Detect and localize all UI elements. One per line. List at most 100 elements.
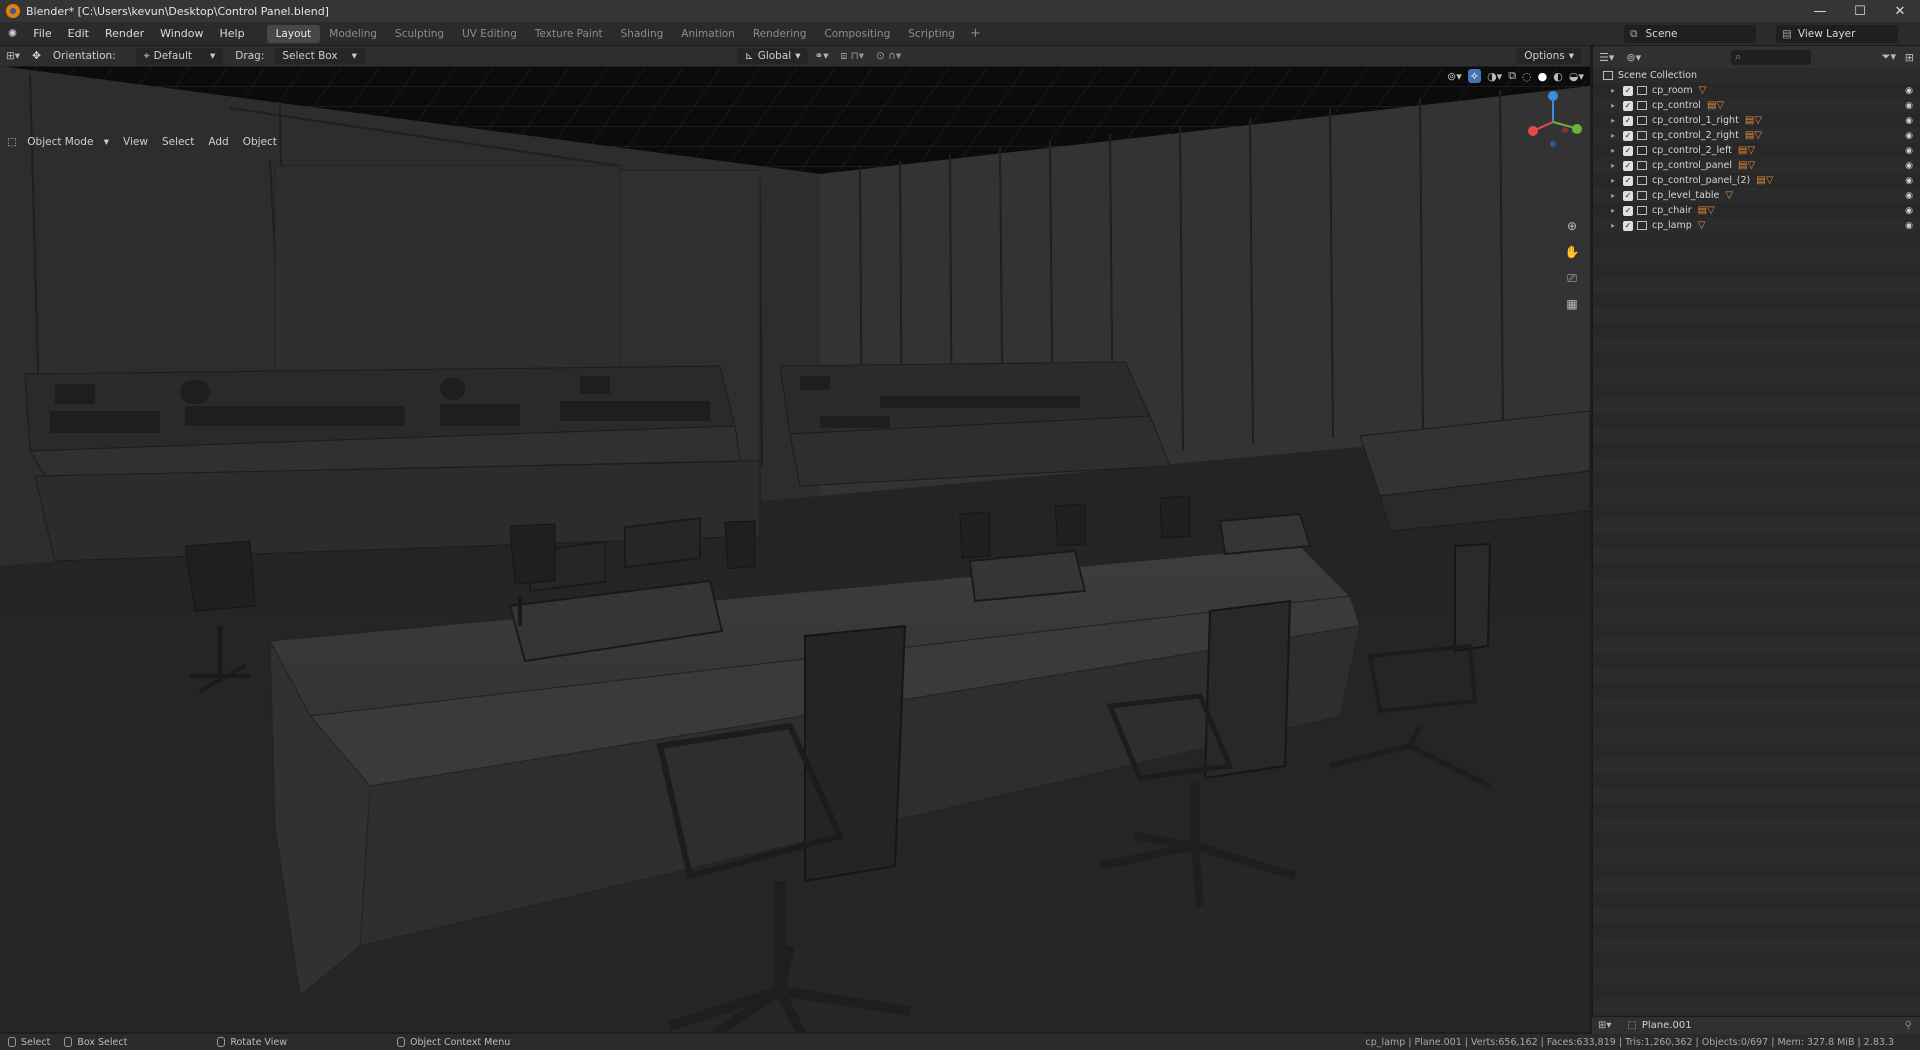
- blender-menu-icon[interactable]: ✺: [0, 27, 25, 40]
- options-dropdown[interactable]: Options ▾: [1516, 48, 1582, 64]
- transform-orientation-dropdown[interactable]: ⊾ Global ▾: [736, 48, 809, 64]
- list-item[interactable]: ▸ ✓ cp_control_2_left ▤▽ ◉: [1593, 143, 1920, 158]
- editor-type-icon[interactable]: ⊞▾: [0, 50, 26, 62]
- exclude-checkbox[interactable]: ✓: [1623, 190, 1633, 201]
- solid-shading-icon[interactable]: ●: [1538, 70, 1548, 83]
- exclude-checkbox[interactable]: ✓: [1623, 145, 1633, 156]
- tab-texture-paint[interactable]: Texture Paint: [526, 25, 612, 43]
- list-item[interactable]: ▸ ✓ cp_chair ▤▽ ◉: [1593, 203, 1920, 218]
- rendered-shading-icon[interactable]: ◒▾: [1569, 70, 1584, 83]
- exclude-checkbox[interactable]: ✓: [1623, 160, 1633, 171]
- expand-arrow-icon[interactable]: ▸: [1607, 191, 1619, 200]
- tab-compositing[interactable]: Compositing: [815, 25, 899, 43]
- list-item[interactable]: ▸ ✓ cp_level_table ▽ ◉: [1593, 188, 1920, 203]
- menu-window[interactable]: Window: [152, 27, 211, 40]
- tab-rendering[interactable]: Rendering: [744, 25, 816, 43]
- eye-icon[interactable]: ◉: [1905, 206, 1913, 216]
- menu-help[interactable]: Help: [212, 27, 253, 40]
- properties-editor-icon[interactable]: ⊞▾: [1598, 1020, 1611, 1031]
- pivot-point-icon[interactable]: ⚭▾: [808, 50, 834, 62]
- scene-collection-row[interactable]: Scene Collection: [1593, 68, 1920, 83]
- menu-file[interactable]: File: [25, 27, 59, 40]
- tab-sculpting[interactable]: Sculpting: [386, 25, 453, 43]
- gizmo-icon[interactable]: ⟡: [1467, 69, 1482, 83]
- eye-icon[interactable]: ◉: [1905, 161, 1913, 171]
- mesh-icon: ▤▽: [1706, 100, 1725, 111]
- tab-modeling[interactable]: Modeling: [320, 25, 386, 43]
- menu-object[interactable]: Object: [236, 136, 284, 148]
- eye-icon[interactable]: ◉: [1905, 116, 1913, 126]
- exclude-checkbox[interactable]: ✓: [1623, 100, 1633, 111]
- list-item[interactable]: ▸ ✓ cp_control ▤▽ ◉: [1593, 98, 1920, 113]
- list-item[interactable]: ▸ ✓ cp_control_panel_(2) ▤▽ ◉: [1593, 173, 1920, 188]
- eye-icon[interactable]: ◉: [1905, 146, 1913, 156]
- camera-icon[interactable]: ⎚: [1562, 268, 1582, 288]
- tab-layout[interactable]: Layout: [266, 24, 321, 43]
- tab-uv-editing[interactable]: UV Editing: [453, 25, 526, 43]
- tab-scripting[interactable]: Scripting: [899, 25, 964, 43]
- pin-icon[interactable]: ⚲: [1905, 1020, 1912, 1031]
- exclude-checkbox[interactable]: ✓: [1623, 205, 1633, 216]
- close-button[interactable]: ✕: [1880, 0, 1920, 22]
- maximize-button[interactable]: ☐: [1840, 0, 1880, 22]
- outliner-editor-icon[interactable]: ☰▾: [1599, 51, 1614, 64]
- expand-arrow-icon[interactable]: ▸: [1607, 101, 1619, 110]
- list-item[interactable]: ▸ ✓ cp_lamp ▽ ◉: [1593, 218, 1920, 233]
- expand-arrow-icon[interactable]: ▸: [1607, 176, 1619, 185]
- tab-animation[interactable]: Animation: [672, 25, 744, 43]
- expand-arrow-icon[interactable]: ▸: [1607, 146, 1619, 155]
- grid-icon[interactable]: ▦: [1562, 294, 1582, 314]
- add-workspace-button[interactable]: +: [964, 26, 987, 41]
- eye-icon[interactable]: ◉: [1905, 131, 1913, 141]
- filter-icon[interactable]: ⏷▾: [1882, 50, 1896, 64]
- menu-select[interactable]: Select: [155, 136, 201, 148]
- new-collection-icon[interactable]: ⊞: [1905, 51, 1914, 64]
- expand-arrow-icon[interactable]: ▸: [1607, 206, 1619, 215]
- exclude-checkbox[interactable]: ✓: [1623, 85, 1633, 96]
- eye-icon[interactable]: ◉: [1905, 101, 1913, 111]
- eye-icon[interactable]: ◉: [1905, 176, 1913, 186]
- menu-add[interactable]: Add: [201, 136, 235, 148]
- material-shading-icon[interactable]: ◐: [1553, 70, 1563, 83]
- object-mode-dropdown[interactable]: ⬚ Object Mode ▾: [0, 136, 116, 148]
- drag-dropdown[interactable]: Select Box ▾: [274, 48, 365, 64]
- expand-arrow-icon[interactable]: ▸: [1607, 161, 1619, 170]
- list-item[interactable]: ▸ ✓ cp_control_panel ▤▽ ◉: [1593, 158, 1920, 173]
- chevron-down-icon: ▾: [351, 50, 357, 62]
- pan-hand-icon[interactable]: ✋: [1562, 242, 1582, 262]
- view-layer-selector[interactable]: ▤ View Layer: [1776, 25, 1898, 43]
- menu-render[interactable]: Render: [97, 27, 152, 40]
- eye-icon[interactable]: ◉: [1905, 221, 1913, 231]
- 3d-viewport[interactable]: ⬚ Object Mode ▾ View Select Add Object ⊚…: [0, 66, 1590, 1032]
- list-item[interactable]: ▸ ✓ cp_control_1_right ▤▽ ◉: [1593, 113, 1920, 128]
- snap-icon[interactable]: ⧈ ⊓▾: [835, 50, 870, 63]
- tab-shading[interactable]: Shading: [612, 25, 673, 43]
- proportional-editing-icon[interactable]: ⊙ ∩▾: [870, 50, 907, 62]
- eye-icon[interactable]: ◉: [1905, 191, 1913, 201]
- expand-arrow-icon[interactable]: ▸: [1607, 116, 1619, 125]
- visibility-icon[interactable]: ⊚▾: [1447, 70, 1462, 83]
- exclude-checkbox[interactable]: ✓: [1623, 220, 1633, 231]
- exclude-checkbox[interactable]: ✓: [1623, 115, 1633, 126]
- exclude-checkbox[interactable]: ✓: [1623, 175, 1633, 186]
- expand-arrow-icon[interactable]: ▸: [1607, 221, 1619, 230]
- minimize-button[interactable]: —: [1800, 0, 1840, 22]
- list-item[interactable]: ▸ ✓ cp_room ▽ ◉: [1593, 83, 1920, 98]
- xray-icon[interactable]: ⧉: [1508, 69, 1516, 83]
- overlay-icon[interactable]: ◑▾: [1487, 70, 1502, 83]
- zoom-icon[interactable]: ⊕: [1562, 216, 1582, 236]
- expand-arrow-icon[interactable]: ▸: [1607, 86, 1619, 95]
- transform-pivot-icon[interactable]: ✥: [26, 50, 47, 62]
- scene-selector[interactable]: ⧉ Scene: [1624, 25, 1756, 43]
- expand-arrow-icon[interactable]: ▸: [1607, 131, 1619, 140]
- list-item[interactable]: ▸ ✓ cp_control_2_right ▤▽ ◉: [1593, 128, 1920, 143]
- exclude-checkbox[interactable]: ✓: [1623, 130, 1633, 141]
- wireframe-shading-icon[interactable]: ◌: [1522, 70, 1532, 83]
- menu-view[interactable]: View: [116, 136, 155, 148]
- eye-icon[interactable]: ◉: [1905, 86, 1913, 96]
- navigation-gizmo[interactable]: [1525, 88, 1585, 148]
- display-mode-icon[interactable]: ⊚▾: [1626, 51, 1641, 64]
- menu-edit[interactable]: Edit: [60, 27, 97, 40]
- orientation-dropdown[interactable]: ⌖ Default ▾: [135, 47, 224, 65]
- outliner-search-input[interactable]: ⌕: [1731, 49, 1812, 65]
